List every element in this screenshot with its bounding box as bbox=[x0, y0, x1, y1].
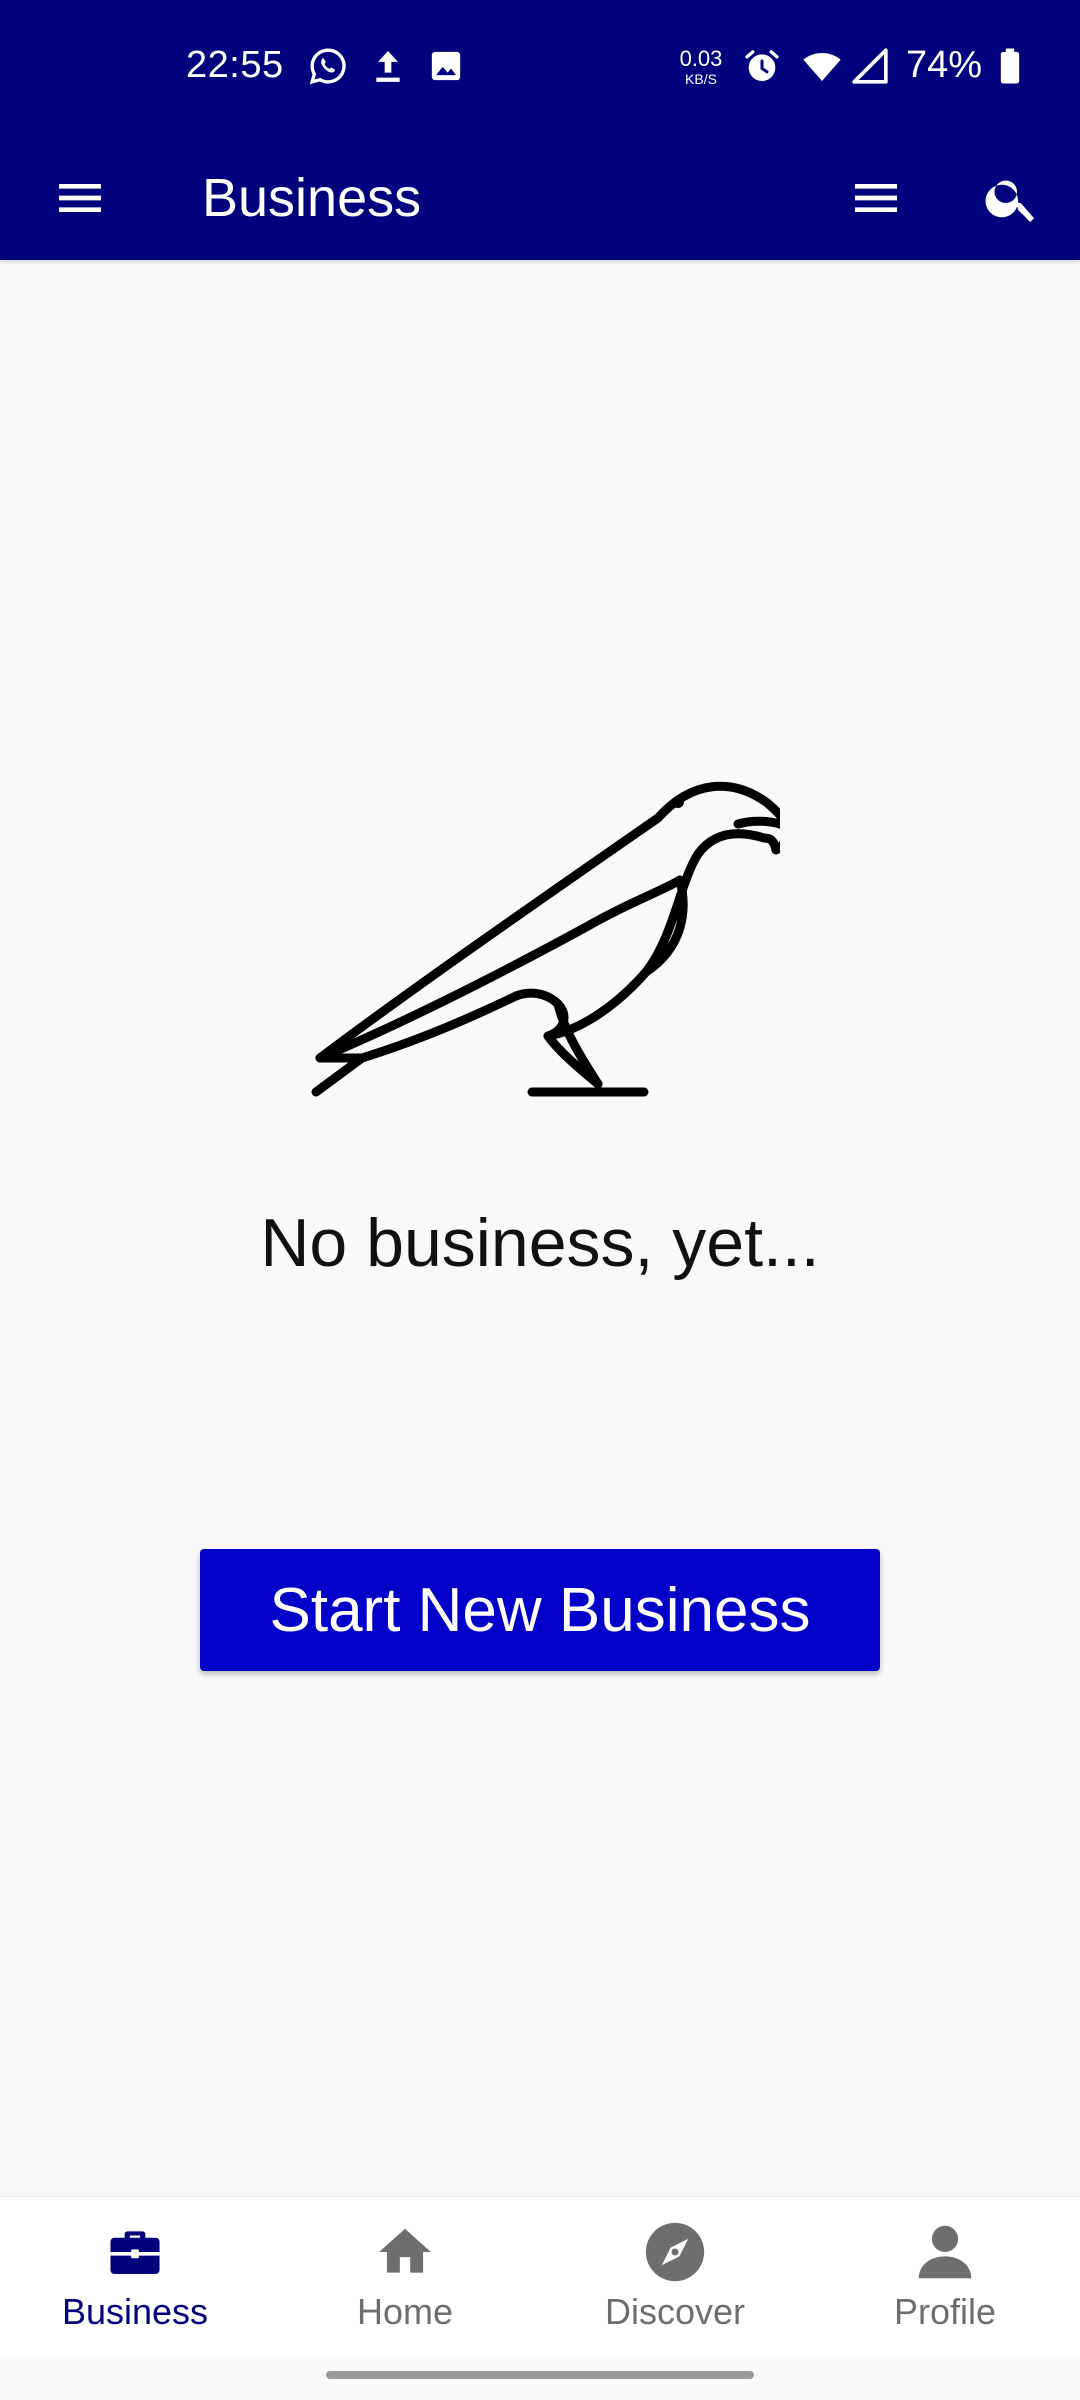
upload-icon bbox=[376, 51, 400, 82]
network-speed-unit: KB/S bbox=[685, 71, 717, 87]
nav-item-home[interactable]: Home bbox=[270, 2197, 540, 2357]
network-speed: 0.03 KB/S bbox=[674, 46, 728, 87]
status-time: 22:55 bbox=[186, 44, 284, 86]
empty-state-message: No business, yet... bbox=[260, 1205, 820, 1281]
navigation-menu-button[interactable] bbox=[40, 158, 120, 238]
list-menu-icon bbox=[855, 184, 897, 212]
screen: 22:55 0.03 KB/S 74% Business No business… bbox=[0, 0, 1080, 2400]
alarm-icon bbox=[745, 50, 779, 81]
nav-item-profile[interactable]: Profile bbox=[810, 2197, 1080, 2357]
crow-icon bbox=[311, 781, 780, 1097]
gesture-navigation-bar[interactable] bbox=[326, 2371, 754, 2379]
person-icon bbox=[910, 2217, 980, 2287]
status-bar: 22:55 0.03 KB/S 74% bbox=[0, 0, 1080, 136]
signal-icon bbox=[852, 48, 888, 84]
search-icon bbox=[985, 180, 1034, 222]
nav-label-discover: Discover bbox=[604, 2291, 746, 2332]
briefcase-icon bbox=[100, 2217, 170, 2287]
network-speed-value: 0.03 bbox=[679, 46, 723, 71]
search-button[interactable] bbox=[972, 158, 1052, 238]
battery-percent: 74% bbox=[906, 44, 983, 86]
nav-label-home: Home bbox=[356, 2291, 454, 2332]
menu-icon bbox=[59, 184, 101, 212]
battery-icon bbox=[1000, 48, 1020, 84]
top-bar: 22:55 0.03 KB/S 74% Business bbox=[0, 0, 1080, 260]
app-bar: Business bbox=[0, 136, 1080, 260]
whatsapp-icon bbox=[309, 48, 346, 85]
wifi-icon bbox=[803, 53, 841, 81]
page-title: Business bbox=[202, 168, 422, 228]
compass-icon bbox=[640, 2217, 710, 2287]
options-menu-button[interactable] bbox=[836, 158, 916, 238]
nav-label-business: Business bbox=[61, 2291, 209, 2332]
nav-label-profile: Profile bbox=[893, 2291, 997, 2332]
start-new-business-button[interactable]: Start New Business bbox=[200, 1549, 880, 1671]
nav-item-discover[interactable]: Discover bbox=[540, 2197, 810, 2357]
bottom-navigation: Business Home Discover Profile bbox=[0, 2196, 1080, 2357]
nav-item-business[interactable]: Business bbox=[0, 2197, 270, 2357]
image-icon bbox=[431, 51, 461, 81]
home-icon bbox=[370, 2217, 440, 2287]
